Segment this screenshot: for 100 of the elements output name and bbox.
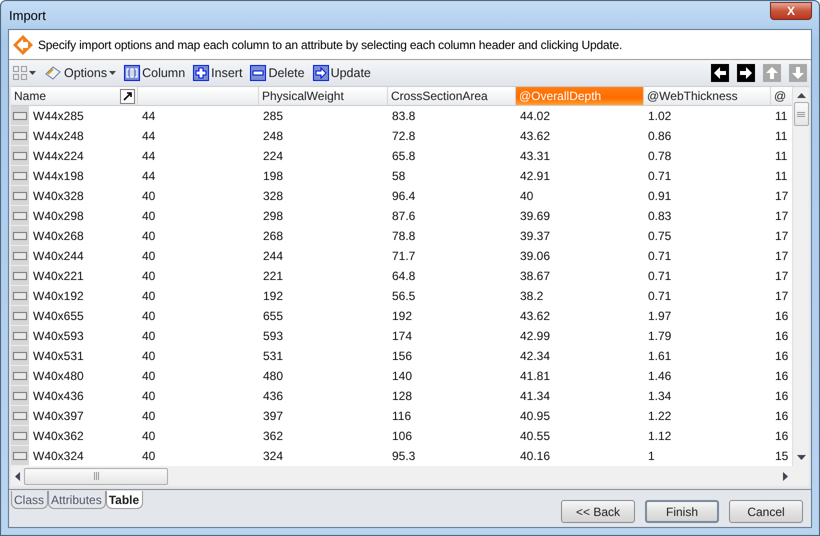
scroll-left-icon (15, 472, 20, 480)
table-cell-text: W40x480 (32, 368, 85, 385)
row-header[interactable] (11, 246, 29, 266)
horizontal-scrollbar[interactable] (11, 466, 792, 486)
row-header[interactable] (11, 426, 29, 446)
table-cell-text: 1.61 (647, 348, 672, 365)
row-header[interactable] (11, 146, 29, 166)
scroll-right-icon (783, 472, 788, 480)
table-cell-text: 40 (141, 428, 156, 445)
tab[interactable]: Class (11, 491, 48, 509)
table-cell-text: 44 (141, 128, 156, 145)
column-icon (124, 65, 140, 81)
row-header[interactable] (11, 186, 29, 206)
table-cell-text: 16 (774, 408, 790, 425)
row-header[interactable] (11, 346, 29, 366)
grid-menu-button[interactable] (13, 66, 36, 80)
table-cell-text: 298 (262, 208, 284, 225)
move-left-button[interactable] (711, 64, 729, 82)
table-cell-text: W44x198 (32, 168, 85, 185)
table-cell-text: 17 (774, 288, 790, 305)
table-cell-text: 16 (774, 388, 790, 405)
row-header[interactable] (11, 446, 29, 466)
column-button[interactable]: Column (124, 65, 186, 81)
table-cell-text: 40 (141, 208, 156, 225)
table-cell-text: 40.55 (519, 428, 552, 445)
column-header[interactable]: PhysicalWeight (259, 87, 388, 105)
table-cell-text: 40 (141, 408, 156, 425)
table-cell-text: 1.12 (647, 428, 672, 445)
row-header[interactable] (11, 286, 29, 306)
scroll-down-icon (796, 455, 806, 460)
table-cell-text: 174 (391, 328, 414, 345)
tab[interactable]: Attributes (48, 491, 106, 509)
table-cell-text: 39.69 (519, 208, 552, 225)
row-icon (13, 172, 27, 180)
table-cell-text: 95.3 (391, 448, 416, 465)
table-cell-text: 531 (262, 348, 284, 365)
row-header[interactable] (11, 206, 29, 226)
insert-button[interactable]: Insert (193, 65, 242, 81)
table-cell-text: 87.6 (391, 208, 416, 225)
delete-button[interactable]: Delete (250, 65, 305, 81)
caret-icon (29, 71, 36, 75)
scroll-thumb[interactable] (24, 468, 168, 484)
options-button[interactable]: Options (44, 65, 116, 81)
dialog-button[interactable]: << Back (561, 500, 635, 523)
column-header[interactable]: Name (11, 87, 138, 105)
table-cell-text: 0.71 (647, 268, 672, 285)
row-header[interactable] (11, 366, 29, 386)
row-header[interactable] (11, 106, 29, 126)
table-cell-text: 11 (774, 148, 788, 165)
row-header[interactable] (11, 166, 29, 186)
table-cell-text: 17 (774, 208, 790, 225)
instruction-text: Specify import options and map each column to an attribute by selecting each column header and clicking Update. (38, 38, 622, 52)
table-cell-text: 38.67 (519, 268, 552, 285)
table-cell-text: W40x268 (32, 228, 85, 245)
table-cell-text: 72.8 (391, 128, 416, 145)
table-cell-text: 192 (262, 288, 284, 305)
move-right-button[interactable] (737, 64, 755, 82)
table-cell-text: 16 (774, 308, 790, 325)
table-cell-text: W40x655 (32, 308, 85, 325)
tab[interactable]: Table (106, 491, 144, 509)
grip-icon (94, 472, 98, 480)
update-button[interactable]: Update (312, 65, 371, 81)
table-cell-text: 106 (391, 428, 414, 445)
table-cell-text: 655 (262, 308, 284, 325)
row-header[interactable] (11, 386, 29, 406)
table-cell-text: 42.91 (519, 168, 552, 185)
row-icon (13, 152, 27, 160)
close-button[interactable]: X (770, 2, 812, 20)
grid-icon (13, 66, 27, 80)
row-header[interactable] (11, 306, 29, 326)
table-cell-text: 224 (262, 148, 284, 165)
table-cell-text: 128 (391, 388, 414, 405)
table-cell-text: 244 (262, 248, 284, 265)
scroll-thumb[interactable] (794, 102, 808, 126)
table-cell-text: W40x397 (32, 408, 85, 425)
table-cell-text: 40 (141, 448, 156, 465)
table-cell-text: 40.95 (519, 408, 552, 425)
dialog-button[interactable]: Cancel (729, 500, 803, 523)
column-header[interactable]: @WebThickness (644, 87, 771, 105)
table-cell-text: 40.16 (519, 448, 552, 465)
dialog-button[interactable]: Finish (645, 500, 719, 523)
table-cell-text: 16 (774, 328, 790, 345)
table-cell-text: 40 (141, 328, 156, 345)
pin-icon (120, 88, 135, 104)
table-cell-text: 16 (774, 348, 790, 365)
table-cell-text: 0.75 (647, 228, 672, 245)
grip-icon (797, 112, 805, 116)
table-cell-text: 64.8 (391, 268, 416, 285)
caret-icon (109, 71, 116, 75)
row-icon (13, 272, 27, 280)
table-cell-text: 362 (262, 428, 284, 445)
vertical-scrollbar[interactable] (792, 87, 809, 466)
row-header[interactable] (11, 126, 29, 146)
row-header[interactable] (11, 266, 29, 286)
row-header[interactable] (11, 326, 29, 346)
row-header[interactable] (11, 226, 29, 246)
table-cell-text: 11 (774, 168, 788, 185)
table-cell-text: 38.2 (519, 288, 544, 305)
row-header[interactable] (11, 406, 29, 426)
row-icon (13, 252, 27, 260)
